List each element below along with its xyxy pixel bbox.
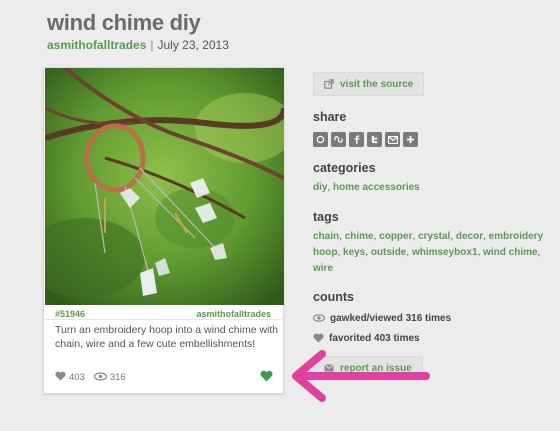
card-divider [45, 319, 282, 320]
category-link[interactable]: diy [313, 182, 327, 193]
categories-list: diy, home accessories [313, 182, 420, 193]
project-card: #51946 asmithofalltrades Turn an embroid… [43, 67, 284, 394]
tag-link[interactable]: crystal [418, 231, 450, 242]
visit-source-label: visit the source [340, 78, 414, 90]
post-date: July 23, 2013 [157, 38, 229, 52]
tag-link[interactable]: outside [371, 247, 407, 258]
likes-count: 403 [69, 372, 85, 383]
project-photo[interactable] [45, 68, 284, 305]
tag-link[interactable]: keys [343, 247, 365, 258]
favorites-count-text: favorited 403 times [329, 332, 420, 344]
share-heading: share [313, 110, 347, 124]
tags-list: chain, chime, copper, crystal, decor, em… [313, 231, 544, 274]
byline-separator: | [150, 38, 154, 52]
card-author-link[interactable]: asmithofalltrades [196, 309, 271, 319]
heart-outline-icon [55, 371, 66, 384]
eye-icon [313, 314, 325, 322]
tag-link[interactable]: chime [345, 231, 374, 242]
card-stats: 403 316 [55, 371, 135, 384]
categories-heading: categories [313, 161, 376, 175]
favorites-count-line: favorited 403 times [313, 330, 553, 346]
card-description: Turn an embroidery hoop into a wind chim… [55, 324, 279, 350]
plus-icon[interactable] [403, 132, 418, 147]
pinterest-icon[interactable] [313, 132, 328, 147]
twitter-icon[interactable] [367, 132, 382, 147]
views-count-line: gawked/viewed 316 times [313, 310, 553, 326]
share-icons [313, 132, 553, 147]
project-id[interactable]: #51946 [55, 309, 85, 319]
category-link[interactable]: home accessories [333, 182, 420, 193]
eye-icon [93, 371, 107, 384]
email-icon[interactable] [385, 132, 400, 147]
tag-link[interactable]: copper [379, 231, 412, 242]
facebook-icon[interactable] [349, 132, 364, 147]
views-count-text: gawked/viewed 316 times [330, 312, 452, 324]
author-link[interactable]: asmithofalltrades [47, 38, 146, 52]
visit-source-button[interactable]: visit the source [313, 72, 425, 96]
tag-link[interactable]: whimseybox1 [412, 247, 478, 258]
favorite-heart-icon[interactable] [260, 369, 273, 387]
byline: asmithofalltrades | July 23, 2013 [47, 38, 229, 52]
post-title: wind chime diy [47, 10, 201, 35]
stumbleupon-icon[interactable] [331, 132, 346, 147]
counts-heading: counts [313, 290, 354, 304]
tag-link[interactable]: wind chime [483, 247, 537, 258]
tag-link[interactable]: wire [313, 263, 333, 274]
tag-link[interactable]: decor [456, 231, 483, 242]
annotation-arrow [292, 350, 430, 402]
external-link-icon [324, 79, 334, 89]
tag-link[interactable]: chain [313, 231, 339, 242]
views-count: 316 [109, 372, 126, 383]
tags-heading: tags [313, 210, 339, 224]
sidebar: visit the source share categories diy, h… [313, 72, 553, 380]
heart-icon [313, 333, 324, 343]
